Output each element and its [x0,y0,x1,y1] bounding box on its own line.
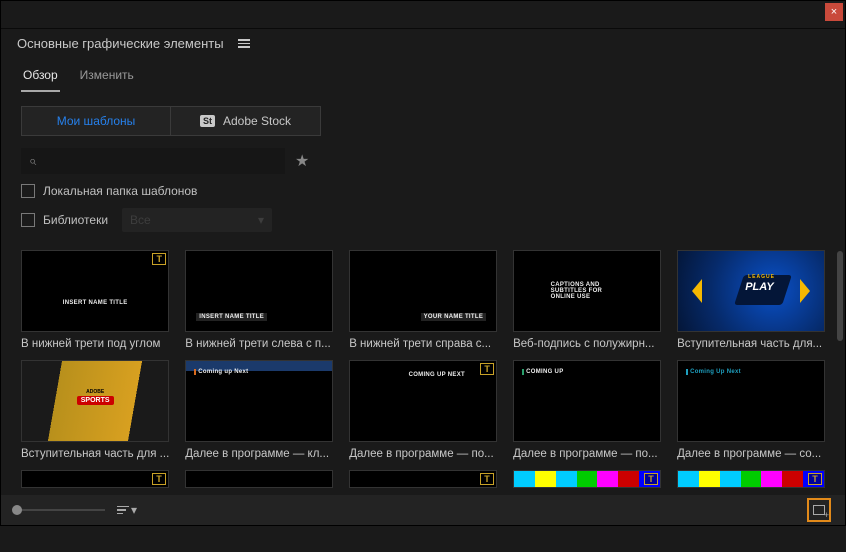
panel-header: Основные графические элементы [1,29,845,58]
search-row: ⌕ ★ [1,136,845,174]
thumbnail: INSERT NAME TITLE [185,250,333,332]
template-caption: Далее в программе — по... [513,448,661,460]
mogrt-badge-icon: T [152,473,166,485]
source-row: Мои шаблоны St Adobe Stock [1,92,845,136]
new-item-button[interactable] [807,498,831,522]
mogrt-badge-icon: T [644,473,658,485]
template-caption: В нижней трети слева с п... [185,338,333,350]
thumbnail: T ADOBE SPORTS [21,360,169,442]
thumb-graphic [678,471,824,487]
chevron-down-icon: ▾ [131,503,137,517]
thumb-text: COMING UP NEXT [409,372,465,378]
thumbnail: T LEAGUE PLAY [677,250,825,332]
thumb-text: INSERT NAME TITLE [196,313,267,321]
close-button[interactable]: × [825,3,843,21]
thumb-text: INSERT NAME TITLE [63,300,128,306]
mogrt-badge-icon: T [152,253,166,265]
thumbnail: CAPTIONS AND SUBTITLES FOR ONLINE USE [513,250,661,332]
template-item[interactable] [185,470,333,488]
mogrt-badge-icon: T [480,363,494,375]
thumb-text: CAPTIONS AND SUBTITLES FOR ONLINE USE [551,282,624,300]
sort-icon [117,506,129,515]
filter-libs-row: Библиотеки Все ▾ [1,198,845,232]
source-adobe-stock[interactable]: St Adobe Stock [171,106,321,136]
thumb-graphic: ADOBE SPORTS [22,361,168,441]
footer: ▾ [1,495,845,525]
template-item[interactable]: Coming Up Next Далее в программе — со... [677,360,825,460]
checkbox-local-folder[interactable]: Локальная папка шаблонов [21,184,197,198]
template-caption: Далее в программе — кл... [185,448,333,460]
zoom-slider[interactable] [15,509,105,511]
template-item[interactable]: T [21,470,169,488]
filter-local-row: Локальная папка шаблонов [1,174,845,198]
checkbox-libraries[interactable]: Библиотеки [21,213,108,227]
template-caption: Далее в программе — со... [677,448,825,460]
checkbox-local-label: Локальная папка шаблонов [43,184,197,198]
stock-badge-icon: St [200,115,215,127]
template-caption: Вступительная часть для ... [21,448,169,460]
tab-edit[interactable]: Изменить [78,64,136,92]
template-item[interactable]: T COMING UP NEXT Далее в программе — по.… [349,360,497,460]
thumbnail: T COMING UP NEXT [349,360,497,442]
checkbox-libs-label: Библиотеки [43,213,108,227]
template-item[interactable]: YOUR NAME TITLE В нижней трети справа с.… [349,250,497,350]
libraries-select: Все ▾ [122,208,272,232]
panel-menu-icon[interactable] [234,35,254,52]
thumb-text: Coming Up Next [686,369,743,375]
source-my-templates[interactable]: Мои шаблоны [21,106,171,136]
new-item-icon [813,505,825,515]
favorite-filter-icon[interactable]: ★ [295,151,309,171]
titlebar: × [1,1,845,29]
mogrt-badge-icon: T [808,473,822,485]
tab-overview[interactable]: Обзор [21,64,60,92]
source-stock-label: Adobe Stock [223,114,291,128]
search-input[interactable]: ⌕ [21,148,285,174]
checkbox-icon [21,184,35,198]
thumbnail: Coming Up Next [677,360,825,442]
template-item[interactable]: T [349,470,497,488]
template-caption: В нижней трети под углом [21,338,169,350]
thumbnail: YOUR NAME TITLE [349,250,497,332]
libraries-select-value: Все [130,213,151,227]
template-caption: Далее в программе — по... [349,448,497,460]
sort-button[interactable]: ▾ [117,503,137,517]
template-caption: Вступительная часть для... [677,338,825,350]
thumbnail: Coming up Next [185,360,333,442]
template-caption: Веб-подпись с полужирн... [513,338,661,350]
template-item[interactable]: Coming up Next Далее в программе — кл... [185,360,333,460]
thumbnail: COMING UP [513,360,661,442]
template-item[interactable]: T [513,470,661,488]
template-item[interactable]: T INSERT NAME TITLE В нижней трети под у… [21,250,169,350]
thumbnail: T INSERT NAME TITLE [21,250,169,332]
template-item[interactable]: T [677,470,825,488]
tabs: Обзор Изменить [1,58,845,92]
mogrt-badge-icon: T [480,473,494,485]
thumb-text: COMING UP [522,369,565,375]
template-item[interactable]: T ADOBE SPORTS Вступительная часть для .… [21,360,169,460]
template-item[interactable]: CAPTIONS AND SUBTITLES FOR ONLINE USE Ве… [513,250,661,350]
thumb-graphic [514,471,660,487]
thumb-graphic: LEAGUE PLAY [678,251,824,331]
template-caption: В нижней трети справа с... [349,338,497,350]
template-item[interactable]: INSERT NAME TITLE В нижней трети слева с… [185,250,333,350]
search-icon: ⌕ [29,153,36,169]
template-item[interactable]: COMING UP Далее в программе — по... [513,360,661,460]
thumb-text: Coming up Next [194,369,250,375]
template-item[interactable]: T LEAGUE PLAY Вступительная часть для... [677,250,825,350]
checkbox-icon [21,213,35,227]
chevron-down-icon: ▾ [258,213,264,227]
thumb-text: YOUR NAME TITLE [421,313,487,321]
scrollbar[interactable] [837,251,843,341]
panel-title: Основные графические элементы [17,36,224,51]
